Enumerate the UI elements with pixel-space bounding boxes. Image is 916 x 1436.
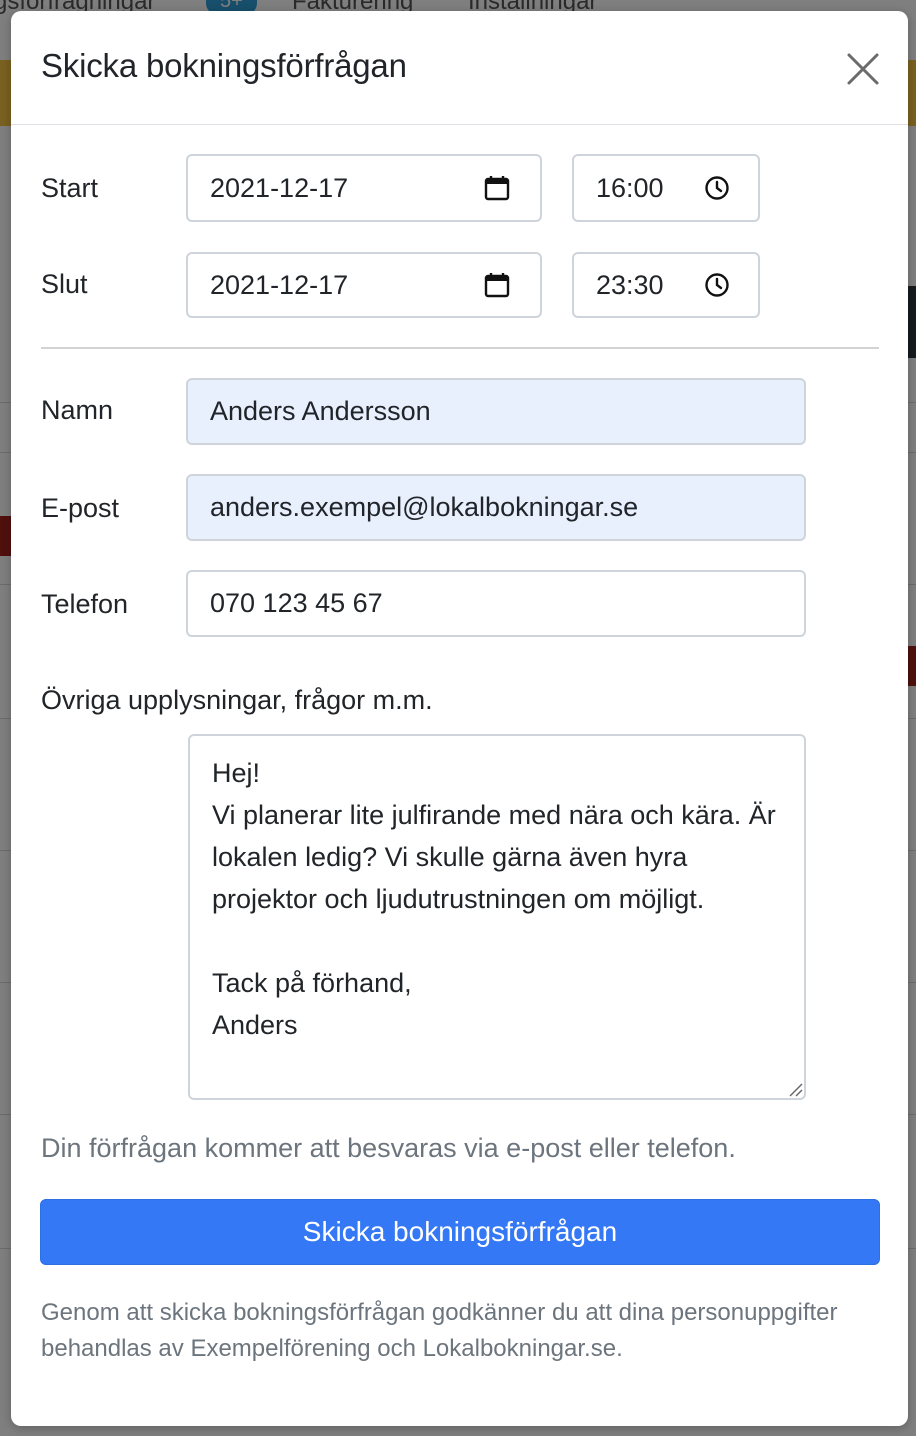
end-date-input[interactable]: 2021-12-17 <box>186 252 542 318</box>
email-label: E-post <box>41 493 120 523</box>
modal-header: Skicka bokningsförfrågan <box>11 11 908 125</box>
start-label: Start <box>41 173 99 203</box>
end-time-value: 23:30 <box>596 269 664 300</box>
clock-icon[interactable] <box>702 270 732 300</box>
section-divider <box>41 347 879 349</box>
name-input[interactable]: Anders Andersson <box>186 378 806 445</box>
start-date-value: 2021-12-17 <box>210 172 349 203</box>
modal-title: Skicka bokningsförfrågan <box>41 47 407 84</box>
privacy-consent-text: Genom att skicka bokningsförfrågan godkä… <box>41 1299 838 1362</box>
submit-booking-request-button[interactable]: Skicka bokningsförfrågan <box>40 1199 880 1265</box>
message-textarea[interactable]: Hej! Vi planerar lite julfirande med när… <box>188 734 806 1100</box>
phone-value: 070 123 45 67 <box>210 588 383 618</box>
booking-request-modal: Skicka bokningsförfrågan Start 2021-12-1… <box>11 11 908 1426</box>
name-label: Namn <box>41 395 114 425</box>
message-label: Övriga upplysningar, frågor m.m. <box>41 685 433 715</box>
end-time-input[interactable]: 23:30 <box>572 252 760 318</box>
calendar-icon[interactable] <box>482 270 512 300</box>
start-time-input[interactable]: 16:00 <box>572 154 760 222</box>
end-label: Slut <box>41 269 88 299</box>
email-input[interactable]: anders.exempel@lokalbokningar.se <box>186 474 806 541</box>
name-value: Anders Andersson <box>210 396 431 426</box>
end-date-value: 2021-12-17 <box>210 269 349 300</box>
close-button[interactable] <box>843 49 883 89</box>
start-time-value: 16:00 <box>596 172 664 203</box>
clock-icon[interactable] <box>702 173 732 203</box>
email-value: anders.exempel@lokalbokningar.se <box>210 492 639 522</box>
phone-label: Telefon <box>41 589 129 619</box>
phone-input[interactable]: 070 123 45 67 <box>186 570 806 637</box>
response-info-text: Din förfrågan kommer att besvaras via e-… <box>41 1133 736 1163</box>
calendar-icon[interactable] <box>482 173 512 203</box>
close-icon <box>847 53 879 85</box>
start-date-input[interactable]: 2021-12-17 <box>186 154 542 222</box>
resize-grip-icon[interactable] <box>787 1081 803 1097</box>
